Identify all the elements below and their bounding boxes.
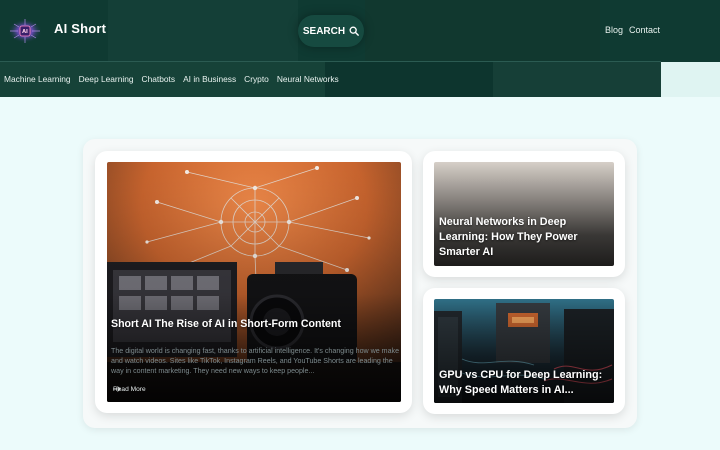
- category-machine-learning[interactable]: Machine Learning: [4, 74, 71, 84]
- side-post[interactable]: GPU vs CPU for Deep Learning: Why Speed …: [434, 299, 614, 403]
- header-tile: [108, 0, 298, 62]
- side-post[interactable]: Neural Networks in Deep Learning: How Th…: [434, 162, 614, 266]
- header-tile: [661, 62, 720, 97]
- header-tile: [325, 62, 493, 97]
- category-ai-in-business[interactable]: AI in Business: [183, 74, 236, 84]
- featured-post-title[interactable]: Short AI The Rise of AI in Short-Form Co…: [111, 317, 397, 331]
- search-button[interactable]: SEARCH: [298, 15, 364, 47]
- category-crypto[interactable]: Crypto: [244, 74, 269, 84]
- search-icon: [349, 26, 359, 36]
- header-divider: [0, 61, 661, 62]
- category-deep-learning[interactable]: Deep Learning: [79, 74, 134, 84]
- featured-post[interactable]: Short AI The Rise of AI in Short-Form Co…: [107, 162, 401, 402]
- read-more-link[interactable]: Read More: [113, 386, 150, 393]
- featured-post-excerpt: The digital world is changing fast, than…: [111, 347, 400, 375]
- site-title[interactable]: AI Short: [54, 21, 106, 36]
- header-tile: [493, 62, 661, 97]
- nav-link-contact[interactable]: Contact: [629, 25, 660, 35]
- nav-link-blog[interactable]: Blog: [605, 25, 623, 35]
- side-post-title[interactable]: GPU vs CPU for Deep Learning: Why Speed …: [439, 368, 611, 398]
- category-neural-networks[interactable]: Neural Networks: [277, 74, 339, 84]
- header-tile: [365, 0, 600, 62]
- circuit-brain-icon[interactable]: AI: [6, 16, 44, 46]
- search-label: SEARCH: [302, 25, 346, 37]
- site-header: AI AI Short SEARCH Blog Contact Machine …: [0, 0, 720, 97]
- category-nav: Machine Learning Deep Learning Chatbots …: [4, 74, 339, 84]
- category-chatbots[interactable]: Chatbots: [142, 74, 176, 84]
- svg-text:AI: AI: [22, 29, 28, 35]
- side-post-title[interactable]: Neural Networks in Deep Learning: How Th…: [439, 215, 611, 260]
